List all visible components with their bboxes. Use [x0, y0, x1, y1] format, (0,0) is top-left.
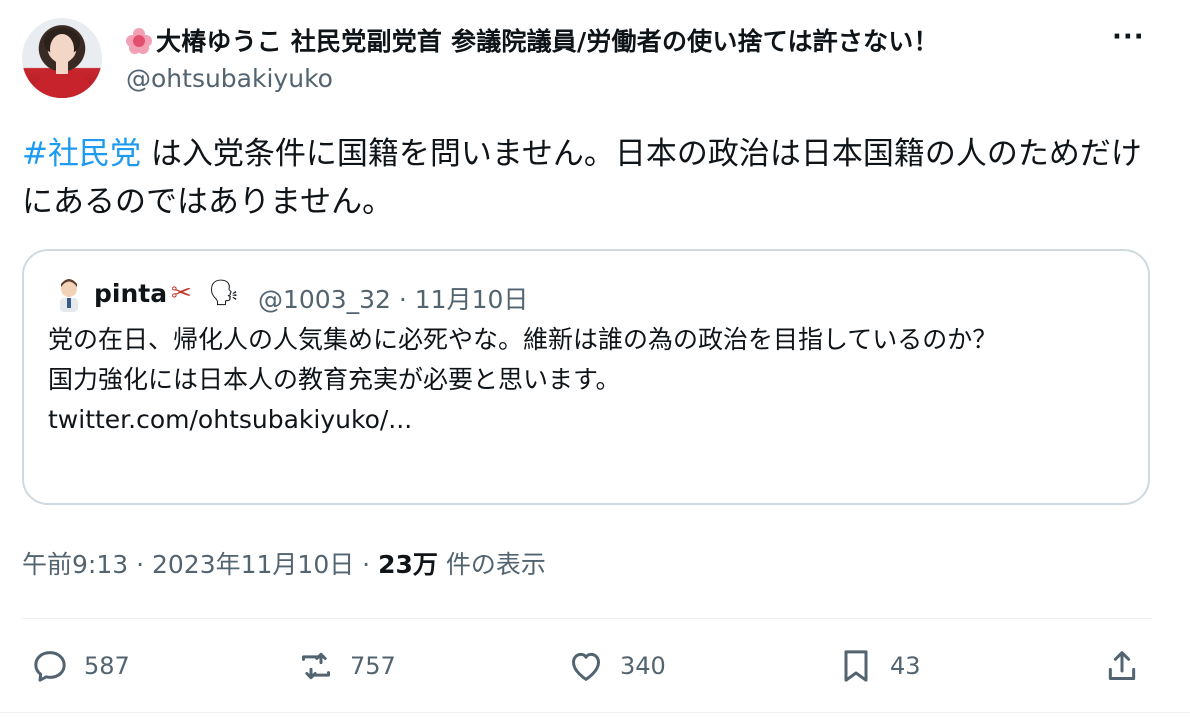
quoted-avatar-icon [54, 278, 84, 312]
scissors-emoji-icon: ✂ [171, 278, 192, 307]
divider [22, 618, 1152, 619]
like-count: 340 [620, 652, 666, 680]
reply-icon [34, 651, 66, 682]
tweet-body: は入党条件に国籍を問いません。日本の政治は日本国籍の人のためだけにあるのではあり… [22, 136, 1142, 220]
retweet-button[interactable]: 757 [296, 644, 396, 688]
tweet-timestamp[interactable]: 午前9:13 · 2023年11月10日 · 23万 件の表示 [22, 545, 546, 581]
time-text: 午前9:13 · 2023年11月10日 · [22, 550, 379, 579]
bookmark-count: 43 [890, 652, 921, 680]
reply-button[interactable]: 587 [30, 644, 130, 688]
display-name-text: 大椿ゆうこ 社民党副党首 参議院議員/労働者の使い捨ては許さない！ [156, 27, 939, 56]
quoted-line: 党の在日、帰化人の人気集めに必死やな。維新は誰の為の政治を目指しているのか？ [48, 325, 998, 354]
more-icon[interactable]: ··· [1112, 22, 1145, 52]
retweet-icon [302, 652, 330, 680]
tweet-text: #社民党 は入党条件に国籍を問いません。日本の政治は日本国籍の人のためだけにある… [22, 130, 1152, 226]
views-count: 23万 [378, 550, 438, 579]
quoted-handle-date[interactable]: @1003_32 · 11月10日 [258, 280, 528, 316]
views-label: 件の表示 [437, 550, 546, 579]
author-display-name[interactable]: 大椿ゆうこ 社民党副党首 参議院議員/労働者の使い捨ては許さない！ [126, 22, 1106, 58]
quoted-link[interactable]: twitter.com/ohtsubakiyuko/... [48, 400, 1138, 440]
share-icon [1108, 651, 1136, 680]
reply-count: 587 [84, 652, 130, 680]
heart-icon [572, 652, 600, 681]
hashtag-link[interactable]: #社民党 [22, 136, 141, 172]
like-button[interactable]: 340 [566, 644, 666, 688]
bookmark-button[interactable]: 43 [836, 644, 921, 688]
quoted-author-name[interactable]: pinta [94, 279, 167, 308]
share-button[interactable] [1102, 644, 1142, 688]
author-avatar[interactable] [22, 18, 102, 98]
retweet-count: 757 [350, 652, 396, 680]
hibiscus-emoji-icon [126, 28, 152, 54]
quoted-line: 国力強化には日本人の教育充実が必要と思います。 [48, 365, 621, 394]
quoted-tweet-text: 党の在日、帰化人の人気集めに必死やな。維新は誰の為の政治を目指しているのか？ 国… [48, 320, 1138, 440]
speaking-head-emoji-icon: 🗣 [208, 278, 240, 307]
bookmark-icon [844, 650, 868, 682]
author-handle[interactable]: @ohtsubakiyuko [126, 64, 333, 93]
divider [0, 712, 1190, 713]
